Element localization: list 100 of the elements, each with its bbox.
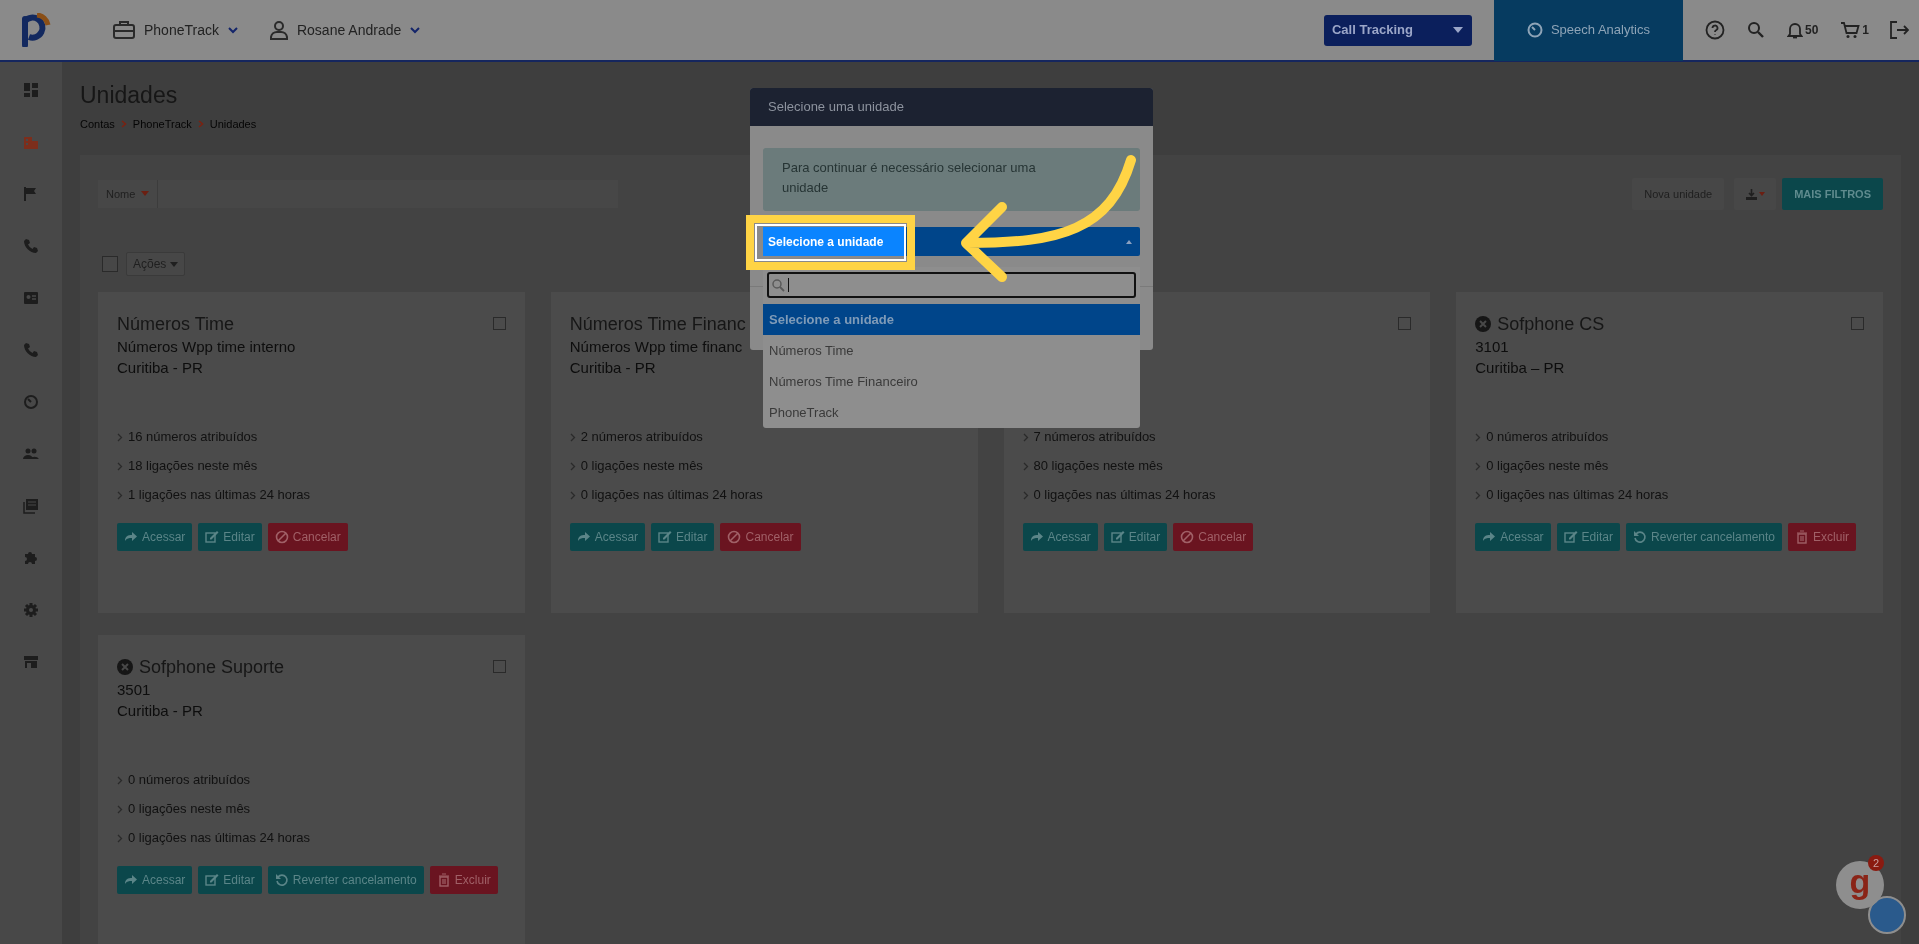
- edit-button[interactable]: Editar: [1103, 523, 1168, 551]
- dropdown-option[interactable]: Números Time: [763, 335, 1140, 366]
- edit-button[interactable]: Editar: [1556, 523, 1620, 551]
- cart-button[interactable]: 1: [1840, 21, 1869, 39]
- undo-icon: [274, 873, 289, 887]
- unit-stat: 0 ligações nas últimas 24 horas: [1486, 486, 1669, 504]
- revert-button[interactable]: Reverter cancelamento: [267, 866, 424, 894]
- caret-down-icon: [141, 191, 150, 197]
- search-button[interactable]: [1746, 21, 1765, 39]
- dropdown-search-field[interactable]: [767, 272, 1136, 298]
- edit-icon: [1110, 530, 1125, 544]
- edit-button[interactable]: Editar: [651, 523, 715, 551]
- unit-location: Curitiba - PR: [569, 358, 656, 378]
- unit-description: Números Wpp time interno: [117, 337, 296, 357]
- access-button[interactable]: Acessar: [1475, 523, 1551, 551]
- puzzle-icon[interactable]: [23, 550, 39, 566]
- cancel-button[interactable]: Cancelar: [1173, 523, 1254, 551]
- text-cursor-icon: [788, 278, 789, 292]
- chevron-right-icon: [117, 461, 123, 471]
- chevron-right-icon: [117, 490, 123, 500]
- unit-stat: 0 ligações neste mês: [128, 800, 251, 818]
- unit-stat: 7 números atribuídos: [1033, 428, 1156, 446]
- prohibited-icon: [1180, 530, 1195, 544]
- chevron-right-icon: [117, 775, 123, 785]
- revert-button[interactable]: Reverter cancelamento: [1625, 523, 1783, 551]
- chevron-right-icon: [1475, 461, 1482, 471]
- chevron-down-icon: [409, 24, 422, 36]
- dropdown-option[interactable]: PhoneTrack: [763, 397, 1140, 428]
- share-arrow-icon: [124, 530, 138, 544]
- speech-analytics-button[interactable]: Speech Analytics: [1493, 0, 1683, 61]
- notifications-button[interactable]: 50: [1786, 21, 1819, 39]
- bell-icon: [1786, 21, 1803, 39]
- user-icon: [268, 20, 289, 40]
- prohibited-icon: [727, 530, 742, 544]
- user-menu[interactable]: Rosane Andrade: [268, 19, 422, 41]
- export-button[interactable]: [1734, 178, 1777, 210]
- list-icon[interactable]: [23, 498, 39, 514]
- card-checkbox[interactable]: [492, 660, 506, 673]
- flag-icon[interactable]: [23, 186, 39, 202]
- access-button[interactable]: Acessar: [569, 523, 646, 551]
- logout-button[interactable]: [1889, 20, 1909, 40]
- contact-card-icon[interactable]: [23, 290, 39, 306]
- unit-stat: 0 ligações nas últimas 24 horas: [128, 829, 311, 847]
- modal-title: Selecione uma unidade: [768, 98, 904, 117]
- edit-icon: [1563, 530, 1578, 544]
- chevron-right-icon: [117, 804, 123, 814]
- cancel-button[interactable]: Cancelar: [720, 523, 801, 551]
- chevron-right-icon: [1475, 490, 1482, 500]
- search-icon: [1746, 21, 1765, 39]
- share-arrow-icon: [576, 530, 591, 544]
- unit-description: Números Wpp time financ: [569, 337, 743, 357]
- unit-stat: 1 ligações nas últimas 24 horas: [128, 486, 311, 504]
- delete-button[interactable]: Excluir: [1788, 523, 1857, 551]
- unit-stat: 18 ligações neste mês: [128, 457, 258, 475]
- unit-stat: 16 números atribuídos: [128, 428, 258, 446]
- breadcrumb-link[interactable]: Unidades: [209, 116, 257, 133]
- help-button[interactable]: [1704, 20, 1725, 40]
- more-filters-button[interactable]: MAIS FILTROS: [1782, 178, 1883, 210]
- card-checkbox[interactable]: [1851, 317, 1864, 330]
- breadcrumb-link[interactable]: Contas: [80, 116, 115, 133]
- gauge-icon[interactable]: [23, 394, 39, 410]
- phone-icon[interactable]: [23, 342, 39, 358]
- unit-stat: 2 números atribuídos: [580, 428, 703, 446]
- access-button[interactable]: Acessar: [117, 523, 193, 551]
- share-arrow-icon: [124, 873, 138, 887]
- edit-icon: [205, 530, 220, 544]
- select-all-checkbox[interactable]: [102, 256, 118, 272]
- chevron-right-icon: [1022, 490, 1029, 500]
- account-menu[interactable]: PhoneTrack: [112, 19, 239, 41]
- cancelled-icon: [1475, 316, 1492, 332]
- dropdown-option[interactable]: Números Time Financeiro: [763, 366, 1140, 397]
- cancel-button[interactable]: Cancelar: [267, 523, 348, 551]
- store-icon[interactable]: [23, 654, 39, 670]
- building-icon[interactable]: [23, 134, 39, 150]
- unit-stat: 0 números atribuídos: [1486, 428, 1609, 446]
- caret-up-icon: [1126, 239, 1132, 244]
- chevron-right-icon: [569, 461, 576, 471]
- caret-down-icon: [1451, 26, 1464, 34]
- edit-icon: [205, 873, 220, 887]
- unit-location: Curitiba - PR: [117, 358, 203, 378]
- unit-description: 3101: [1475, 337, 1509, 357]
- chevron-right-icon: [117, 432, 123, 442]
- undo-icon: [1632, 530, 1647, 544]
- edit-button[interactable]: Editar: [198, 523, 262, 551]
- phone-icon[interactable]: [23, 238, 39, 254]
- card-checkbox[interactable]: [1398, 317, 1412, 330]
- dropdown-option[interactable]: Selecione a unidade: [763, 304, 1140, 335]
- trash-icon: [1795, 530, 1810, 544]
- dashboard-icon[interactable]: [23, 82, 39, 98]
- people-icon[interactable]: [23, 446, 39, 462]
- delete-button[interactable]: Excluir: [429, 866, 498, 894]
- access-button[interactable]: Acessar: [1022, 523, 1098, 551]
- edit-button[interactable]: Editar: [198, 866, 262, 894]
- access-button[interactable]: Acessar: [117, 866, 193, 894]
- card-checkbox[interactable]: [492, 317, 506, 330]
- chevron-right-icon: [569, 490, 576, 500]
- settings-icon[interactable]: [23, 602, 39, 618]
- breadcrumb-link[interactable]: PhoneTrack: [132, 116, 192, 133]
- product-select[interactable]: Call Tracking: [1323, 14, 1472, 46]
- share-arrow-icon: [1029, 530, 1044, 544]
